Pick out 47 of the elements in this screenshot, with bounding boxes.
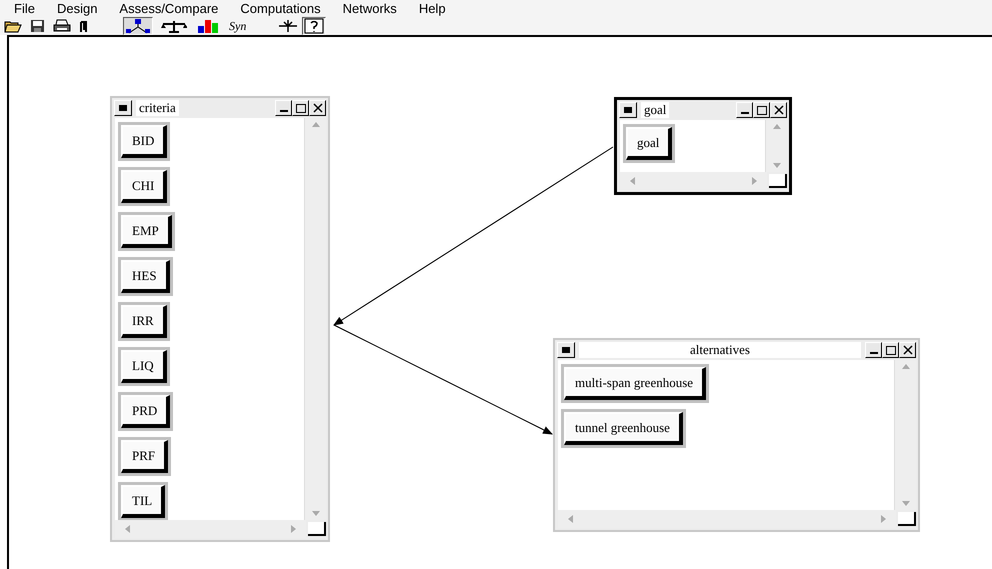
menu-item[interactable]: File bbox=[14, 0, 35, 18]
menu-item[interactable]: Design bbox=[56, 0, 98, 18]
node-button[interactable]: PRD bbox=[121, 395, 170, 428]
node-button[interactable]: goal bbox=[626, 127, 672, 160]
maximize-button[interactable] bbox=[292, 100, 309, 116]
node-button[interactable]: LIQ bbox=[121, 350, 167, 383]
menu-item[interactable]: Networks bbox=[342, 0, 397, 18]
node-button[interactable]: EMP bbox=[121, 215, 172, 248]
resize-grip[interactable] bbox=[769, 174, 787, 188]
folder-icon bbox=[4, 19, 22, 33]
window-menu-button[interactable] bbox=[114, 100, 132, 116]
node-button[interactable]: multi-span greenhouse bbox=[564, 367, 706, 400]
window-title: criteria bbox=[136, 100, 179, 116]
node-button[interactable]: IRR bbox=[121, 305, 167, 338]
close-icon bbox=[312, 103, 322, 113]
menu-item[interactable]: Computations bbox=[240, 0, 321, 18]
help-button[interactable] bbox=[302, 17, 326, 35]
resize-grip[interactable] bbox=[898, 512, 916, 526]
node-button[interactable]: CHI bbox=[121, 170, 168, 203]
balance-icon bbox=[161, 19, 187, 33]
node-button[interactable]: TIL bbox=[121, 485, 166, 518]
window-title: goal bbox=[641, 102, 670, 118]
hierarchy-button[interactable] bbox=[123, 17, 153, 35]
menu-item[interactable]: Help bbox=[418, 0, 446, 18]
minimize-button[interactable] bbox=[865, 342, 882, 358]
bar-chart-button[interactable] bbox=[195, 17, 221, 35]
resize-grip[interactable] bbox=[308, 522, 326, 536]
node-button[interactable]: BID bbox=[121, 125, 168, 158]
window-menu-button[interactable] bbox=[557, 342, 575, 358]
close-button[interactable] bbox=[309, 100, 326, 116]
close-button[interactable] bbox=[770, 102, 787, 118]
close-button[interactable] bbox=[899, 342, 916, 358]
maximize-button[interactable] bbox=[753, 102, 770, 118]
maximize-button[interactable] bbox=[882, 342, 899, 358]
close-icon bbox=[902, 345, 912, 355]
node-button[interactable]: HES bbox=[121, 260, 170, 293]
minimize-button[interactable] bbox=[275, 100, 292, 116]
close-icon bbox=[774, 105, 784, 115]
minimize-button[interactable] bbox=[736, 102, 753, 118]
node-button[interactable]: PRF bbox=[121, 440, 168, 473]
bar-chart-icon bbox=[197, 19, 219, 33]
syn-button[interactable]: Syn bbox=[227, 17, 248, 35]
menu-item[interactable]: Assess/Compare bbox=[119, 0, 218, 18]
window-title: alternatives bbox=[579, 342, 861, 358]
window-menu-button[interactable] bbox=[619, 102, 637, 118]
save-button[interactable] bbox=[28, 17, 47, 35]
node-button[interactable]: tunnel greenhouse bbox=[564, 412, 683, 445]
